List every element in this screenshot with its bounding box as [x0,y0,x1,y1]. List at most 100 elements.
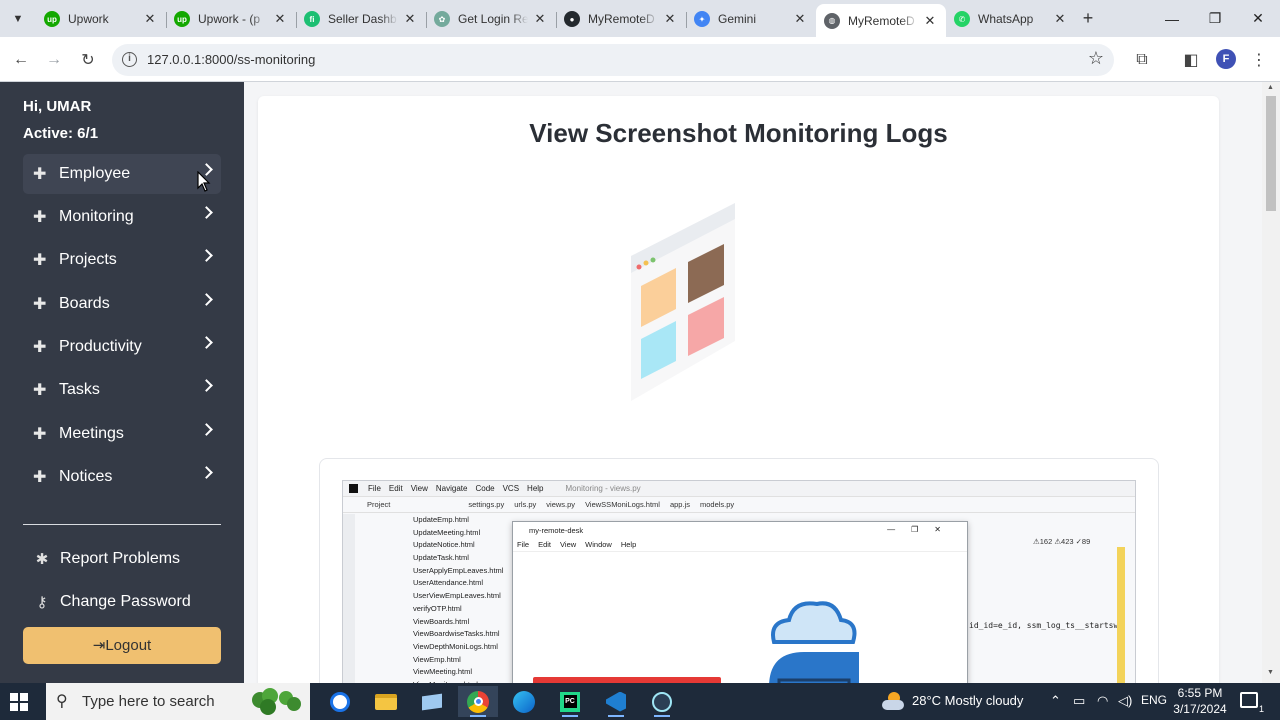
store-icon[interactable] [412,686,452,717]
browser-tab[interactable]: up Upwork ✕ [36,4,166,34]
plus-icon: ✚ [33,296,47,313]
screenshot-log-card[interactable]: File Edit View Navigate Code VCS Help Monitorin… [319,458,1159,683]
pycharm-icon[interactable]: PC [550,686,590,717]
tab-close-icon[interactable]: ✕ [402,11,418,27]
electron-app-icon[interactable] [642,686,682,717]
tab-search-chevron-icon[interactable]: ▼ [6,7,30,31]
file-explorer-icon[interactable] [366,686,406,717]
ide-file-entry: ViewMeeting.html [413,667,473,677]
browser-tab[interactable]: ◍ MyRemoteD ✕ [816,4,946,37]
chevron-right-icon [200,249,213,262]
tab-close-icon[interactable]: ✕ [142,11,158,27]
teamviewer-icon[interactable] [320,686,360,717]
tab-close-icon[interactable]: ✕ [1052,11,1068,27]
sidebar-item-productivity[interactable]: ✚ Productivity [23,327,221,367]
ide-code-line: id_id=e_id, ssm_log_ts__startswi [969,621,1124,630]
weather-text[interactable]: 28°C Mostly cloudy [912,693,1023,708]
vscode-icon[interactable] [596,686,636,717]
user-greeting: Hi, UMAR [23,98,92,115]
mouse-cursor-icon [197,171,211,192]
app-window-controls: —❐✕ [887,525,957,534]
sidebar-item-label: Employee [59,165,131,182]
browser-tab[interactable]: ✿ Get Login Re ✕ [426,4,556,34]
chrome-menu-icon[interactable]: ⋮ [1246,47,1272,73]
upwork-icon: up [174,11,190,27]
browser-tab[interactable]: ● MyRemoteD ✕ [556,4,686,34]
new-tab-button[interactable]: + [1077,8,1099,30]
site-info-icon[interactable]: i [122,52,137,67]
browser-tab[interactable]: ✆ WhatsApp ✕ [946,4,1076,34]
page-scrollbar[interactable]: ▲ ▼ [1262,82,1280,683]
ide-file-entry: verifyOTP.html [413,603,462,613]
search-icon: ⚲ [56,693,68,710]
fiverr-icon: fi [304,11,320,27]
logout-button[interactable]: ⇥Logout [23,627,221,664]
address-bar[interactable]: i 127.0.0.1:8000/ss-monitoring ☆ [112,44,1114,76]
tab-close-icon[interactable]: ✕ [792,11,808,27]
ide-file-entry: ViewDepthMoniLogs.html [413,641,498,651]
browser-tab[interactable]: up Upwork - (p ✕ [166,4,296,34]
url-text[interactable]: 127.0.0.1:8000/ss-monitoring [147,52,315,67]
edge-icon[interactable] [504,686,544,717]
browser-tab[interactable]: ✦ Gemini ✕ [686,4,816,34]
bookmark-star-icon[interactable]: ☆ [1088,48,1104,69]
browser-toolbar: ← → ↻ i 127.0.0.1:8000/ss-monitoring ☆ ⧉… [0,37,1280,82]
active-count: Active: 6/1 [23,125,99,142]
app-menu-item: View [560,540,577,549]
app-window: my-remote-desk —❐✕ File Edit View Window Hel… [512,521,968,683]
ide-project-label: Project [367,500,391,509]
ide-file-entry: UpdateMeeting.html [413,527,481,537]
wifi-icon[interactable]: ◠ [1097,693,1108,709]
ide-file-tree: UpdateEmp.html UpdateMeeting.html UpdateNo… [355,514,510,683]
sidebar-item-notices[interactable]: ✚ Notices [23,457,221,497]
cloud-desktop-icon [769,601,859,683]
change-password-link[interactable]: ⚷ Change Password [33,593,191,611]
ide-file-entry: UpdateNotice.html [413,540,475,550]
screenshot-image[interactable]: File Edit View Navigate Code VCS Help Monitorin… [342,480,1136,683]
notification-count: 1 [1258,704,1264,714]
sidebar-item-monitoring[interactable]: ✚ Monitoring [23,197,221,237]
logout-icon: ⇥ [92,637,106,654]
side-panel-icon[interactable]: ◧ [1178,47,1204,73]
taskbar-search[interactable]: ⚲ Type here to search [46,683,310,720]
language-indicator[interactable]: ENG [1141,693,1167,707]
tab-close-icon[interactable]: ✕ [532,11,548,27]
sidebar-item-employee[interactable]: ✚ Employee [23,154,221,194]
close-window-button[interactable]: ✕ [1237,0,1279,37]
sidebar-item-boards[interactable]: ✚ Boards [23,284,221,324]
restore-window-button[interactable]: ❐ [1194,0,1236,37]
sidebar-item-projects[interactable]: ✚ Projects [23,240,221,280]
tray-overflow-chevron-icon[interactable]: ⌃ [1050,693,1061,709]
taskbar-clock[interactable]: 6:55 PM 3/17/2024 [1170,685,1230,717]
tab-close-icon[interactable]: ✕ [922,13,938,29]
dashboard-illustration [631,203,735,401]
browser-tab[interactable]: fi Seller Dashb ✕ [296,4,426,34]
scrollbar-thumb[interactable] [1266,96,1276,211]
windows-start-icon[interactable] [10,693,28,711]
tab-close-icon[interactable]: ✕ [272,11,288,27]
scroll-up-arrow-icon[interactable]: ▲ [1267,84,1274,91]
ide-file-tab: urls.py [514,500,537,509]
notification-center-icon[interactable]: 1 [1240,692,1264,714]
profile-avatar[interactable]: F [1216,49,1236,69]
battery-icon[interactable]: ▭ [1073,693,1085,709]
scroll-down-arrow-icon[interactable]: ▼ [1267,669,1274,676]
ide-file-entry: UpdateTask.html [413,553,469,563]
minimize-window-button[interactable]: — [1151,0,1193,37]
volume-icon[interactable]: ◁) [1118,693,1132,709]
sidebar-item-tasks[interactable]: ✚ Tasks [23,370,221,410]
tab-title: Seller Dashb [328,12,397,26]
back-arrow-icon[interactable]: ← [8,47,34,73]
extensions-puzzle-icon[interactable]: ⧉ [1129,47,1155,73]
tab-close-icon[interactable]: ✕ [662,11,678,27]
reload-icon[interactable]: ↻ [75,47,101,73]
plus-icon: ✚ [33,469,47,486]
shamrock-icon [252,688,301,715]
sidebar-item-meetings[interactable]: ✚ Meetings [23,414,221,454]
report-problems-link[interactable]: ✱ Report Problems [33,550,180,568]
chrome-icon[interactable] [458,686,498,717]
sidebar-item-label: Notices [59,468,113,485]
sidebar-item-label: Boards [59,295,110,312]
forward-arrow-icon[interactable]: → [41,47,67,73]
tab-list: up Upwork ✕ up Upwork - (p ✕ fi Seller Dashb ✕ ✿ G… [36,4,1076,37]
